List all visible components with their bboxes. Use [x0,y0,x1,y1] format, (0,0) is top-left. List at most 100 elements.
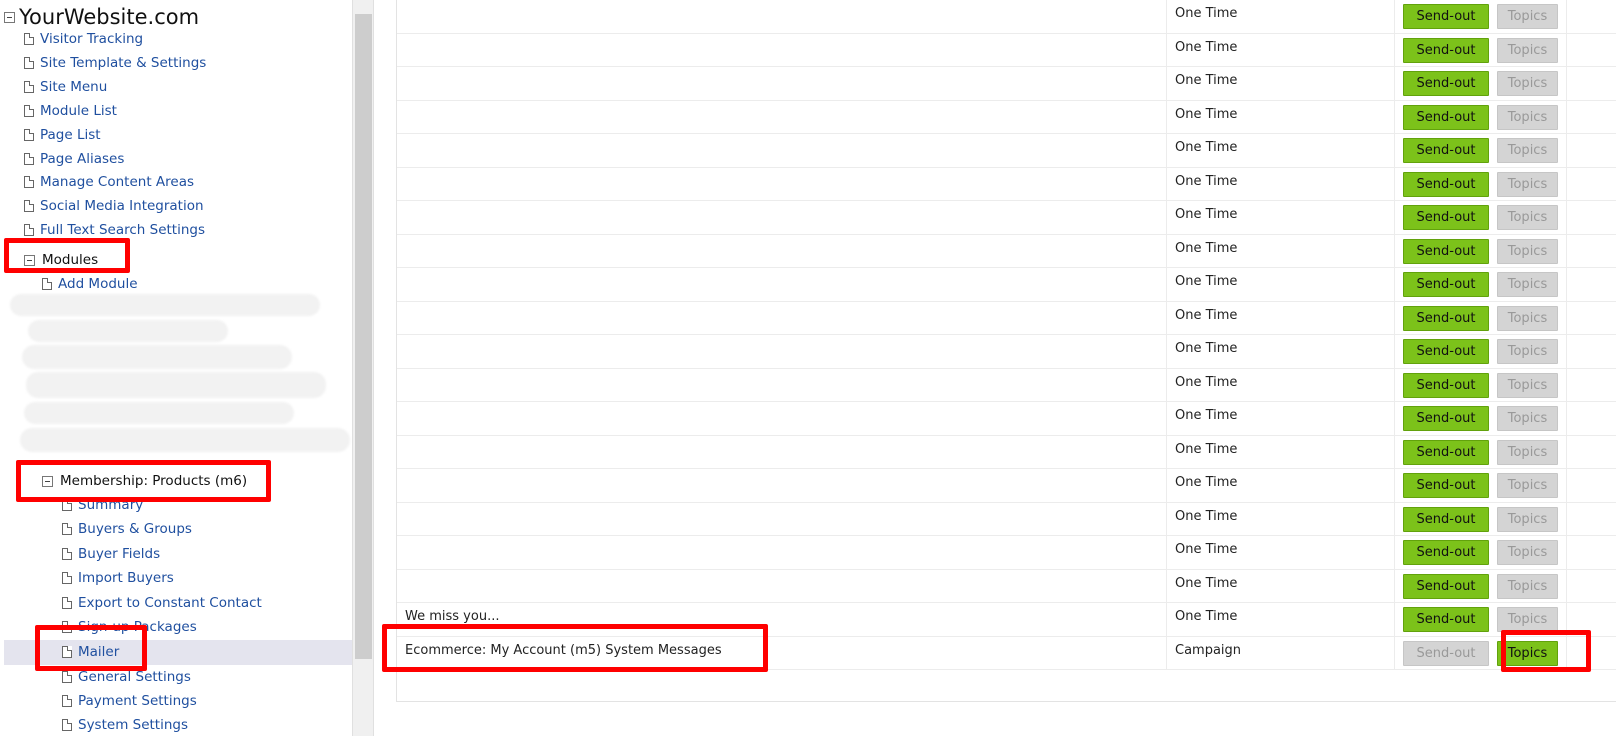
table-row: One Time Send-out Topics [397,234,1616,268]
mailer-type-cell: One Time [1167,234,1395,267]
send-out-button[interactable]: Send-out [1403,104,1489,130]
sidebar-item-add-module[interactable]: Add Module [42,273,138,295]
mailer-type-cell: One Time [1167,100,1395,133]
mailer-type-cell: One Time [1167,603,1395,636]
sidebar-item-buyer-fields[interactable]: Buyer Fields [62,543,160,565]
mailer-type-cell: One Time [1167,402,1395,435]
table-row: One Time Send-out Topics [397,368,1616,402]
collapse-icon[interactable] [42,475,53,487]
actions-cell: Send-out Topics [1395,402,1567,435]
mailer-type-cell: One Time [1167,167,1395,200]
sidebar-item-label: Manage Content Areas [40,174,194,190]
sidebar-item-page-list[interactable]: Page List [24,124,101,146]
mailer-type-cell: One Time [1167,469,1395,502]
table-row: One Time Send-out Topics [397,435,1616,469]
sidebar-item-social-media[interactable]: Social Media Integration [24,195,204,217]
send-out-button[interactable]: Send-out [1403,540,1489,565]
send-out-button[interactable]: Send-out [1403,473,1489,498]
mailer-name-cell [397,67,1167,100]
table-row: Ecommerce: My Account (m5) System Messag… [397,636,1616,670]
sidebar-scrollbar[interactable] [352,0,374,736]
redacted-area [26,372,326,398]
sidebar-item-visitor-tracking[interactable]: Visitor Tracking [24,28,143,50]
sidebar-item-import-buyers[interactable]: Import Buyers [62,567,174,589]
mailer-name-cell [397,100,1167,133]
collapse-icon[interactable] [4,11,15,23]
sidebar-item-label: Site Menu [40,79,108,95]
actions-cell: Send-out Topics [1395,301,1567,334]
sidebar-item-label: Import Buyers [78,570,174,586]
sidebar-item-full-text-search[interactable]: Full Text Search Settings [24,219,205,241]
send-out-button[interactable]: Send-out [1403,339,1489,364]
page-icon [24,200,34,212]
sidebar-item-export-constant-contact[interactable]: Export to Constant Contact [62,592,262,614]
page-icon [24,81,34,93]
sidebar-tree: YourWebsite.com Visitor Tracking Site Te… [0,0,352,736]
sidebar-item-summary[interactable]: Summary [62,494,143,516]
table-row: One Time Send-out Topics [397,335,1616,369]
mailer-type-cell: One Time [1167,134,1395,167]
send-out-button[interactable]: Send-out [1403,138,1489,163]
mailer-type-cell: One Time [1167,67,1395,100]
mailer-type-cell: One Time [1167,569,1395,602]
send-out-button[interactable]: Send-out [1403,71,1489,96]
page-icon [24,57,34,69]
mailer-name-cell [397,402,1167,435]
page-icon [62,499,72,511]
sidebar-item-general-settings[interactable]: General Settings [62,666,191,688]
sidebar-item-modules[interactable]: Modules [24,249,98,271]
actions-cell: Send-out Topics [1395,636,1567,669]
page-icon [62,671,72,683]
sidebar-item-signup-packages[interactable]: Sign-up Packages [62,616,197,638]
send-out-button[interactable]: Send-out [1403,238,1489,264]
collapse-icon[interactable] [24,254,35,266]
actions-cell: Send-out Topics [1395,100,1567,133]
mailer-list-panel: One Time Send-out Topics One Time Send-out To… [374,0,1616,736]
table-row: One Time Send-out Topics [397,536,1616,570]
sidebar-item-buyers-groups[interactable]: Buyers & Groups [62,518,192,540]
actions-cell: Send-out Topics [1395,268,1567,301]
topics-button: Topics [1497,272,1558,297]
sidebar-item-label: Membership: Products (m6) [60,473,248,489]
send-out-button[interactable]: Send-out [1403,406,1489,431]
mailer-name-cell [397,33,1167,66]
send-out-button[interactable]: Send-out [1403,506,1489,532]
site-root-node[interactable]: YourWebsite.com [4,4,199,30]
send-out-button[interactable]: Send-out [1403,37,1489,63]
page-icon [42,278,52,290]
sidebar-item-module-list[interactable]: Module List [24,100,117,122]
sidebar-item-manage-content-areas[interactable]: Manage Content Areas [24,171,194,193]
redacted-area [24,402,294,424]
send-out-button[interactable]: Send-out [1403,607,1489,632]
sidebar-item-site-template[interactable]: Site Template & Settings [24,52,206,74]
sidebar-item-page-aliases[interactable]: Page Aliases [24,148,124,170]
sidebar-item-label: Page List [40,127,101,143]
sidebar-item-label: Add Module [58,276,138,292]
page-icon [62,597,72,609]
sidebar-item-payment-settings[interactable]: Payment Settings [62,690,197,712]
page-icon [62,719,72,731]
send-out-button[interactable]: Send-out [1403,171,1489,197]
mailer-name-cell [397,167,1167,200]
actions-cell: Send-out Topics [1395,67,1567,100]
send-out-button[interactable]: Send-out [1403,205,1489,230]
page-icon [24,129,34,141]
send-out-button[interactable]: Send-out [1403,272,1489,297]
send-out-button[interactable]: Send-out [1403,372,1489,398]
table-row: One Time Send-out Topics [397,100,1616,134]
redacted-area [20,428,350,452]
send-out-button[interactable]: Send-out [1403,573,1489,599]
send-out-button[interactable]: Send-out [1403,439,1489,465]
topics-button: Topics [1497,4,1558,29]
table-row: One Time Send-out Topics [397,201,1616,235]
send-out-button[interactable]: Send-out [1403,4,1489,29]
actions-cell: Send-out Topics [1395,201,1567,234]
sidebar-item-system-settings[interactable]: System Settings [62,714,188,736]
sidebar-item-membership-products[interactable]: Membership: Products (m6) [42,470,247,492]
sidebar-item-mailer[interactable]: Mailer [62,641,119,663]
send-out-button[interactable]: Send-out [1403,305,1489,331]
sidebar-item-site-menu[interactable]: Site Menu [24,76,107,98]
topics-button[interactable]: Topics [1497,640,1558,666]
actions-cell: Send-out Topics [1395,368,1567,401]
scrollbar-thumb[interactable] [355,14,372,659]
